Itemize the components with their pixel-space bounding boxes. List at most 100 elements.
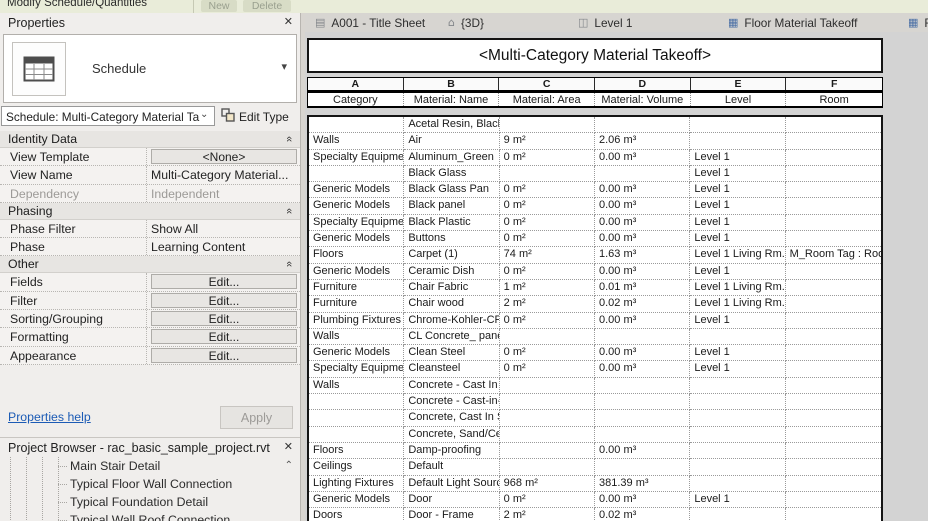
schedule-cell[interactable]: [690, 133, 786, 150]
schedule-cell[interactable]: [785, 443, 881, 460]
schedule-cell[interactable]: [785, 296, 881, 313]
schedule-cell[interactable]: [690, 117, 786, 134]
apply-button[interactable]: Apply: [220, 406, 293, 429]
properties-help-link[interactable]: Properties help: [8, 410, 91, 424]
schedule-cell[interactable]: [785, 378, 881, 395]
schedule-cell[interactable]: 0.02 m³: [595, 296, 691, 313]
ribbon-contextual-tab[interactable]: Modify Schedule/Quantities: [7, 0, 147, 9]
schedule-cell[interactable]: [595, 377, 691, 395]
section-header-identity-data[interactable]: Identity Data «: [0, 131, 300, 148]
schedule-cell[interactable]: Door - Frame: [404, 508, 500, 521]
schedule-cell[interactable]: [785, 117, 881, 134]
schedule-cell[interactable]: [785, 133, 881, 150]
schedule-cell[interactable]: Level 1: [690, 231, 786, 248]
schedule-cell[interactable]: [785, 264, 881, 280]
schedule-cell[interactable]: Level 1: [690, 214, 786, 232]
column-header[interactable]: Level: [691, 93, 787, 106]
schedule-cell[interactable]: 0.00 m³: [595, 312, 691, 329]
schedule-cell[interactable]: [499, 394, 595, 411]
schedule-cell[interactable]: [595, 165, 691, 183]
schedule-cell[interactable]: [595, 117, 691, 134]
schedule-cell[interactable]: Damp-proofing: [404, 442, 500, 460]
column-letter[interactable]: E: [691, 78, 787, 90]
schedule-cell[interactable]: [785, 182, 881, 199]
schedule-cell[interactable]: [309, 117, 405, 134]
column-header[interactable]: Material: Area: [499, 93, 595, 106]
schedule-cell[interactable]: Chair wood: [404, 296, 500, 313]
schedule-cell[interactable]: Floors: [309, 247, 405, 264]
schedule-cell[interactable]: 0.00 m³: [595, 182, 691, 199]
schedule-cell[interactable]: Ceramic Dish: [404, 263, 500, 280]
property-edit-button[interactable]: Edit...: [151, 347, 297, 363]
close-icon[interactable]: ✕: [284, 15, 293, 28]
schedule-cell[interactable]: Chair Fabric: [404, 279, 500, 297]
schedule-cell[interactable]: [499, 459, 595, 476]
chevron-down-icon[interactable]: ⌄: [200, 109, 208, 120]
view-tab-floor[interactable]: ▦ Floor: [898, 13, 928, 32]
schedule-cell[interactable]: 0.01 m³: [595, 279, 691, 297]
property-value[interactable]: Learning Content: [146, 238, 300, 256]
column-letter[interactable]: A: [308, 78, 404, 90]
schedule-cell[interactable]: [499, 426, 595, 443]
property-edit-button[interactable]: <None>: [151, 149, 297, 164]
schedule-cell[interactable]: [499, 410, 595, 427]
schedule-cell[interactable]: 2 m²: [499, 296, 595, 313]
schedule-cell[interactable]: [785, 313, 881, 329]
schedule-cell[interactable]: Air: [404, 133, 500, 150]
schedule-cell[interactable]: Walls: [309, 133, 405, 150]
tree-item[interactable]: Typical Wall Roof Connection: [0, 511, 300, 521]
delete-button[interactable]: Delete: [243, 0, 291, 12]
schedule-cell[interactable]: [785, 280, 881, 297]
view-tab-level-1[interactable]: ◫ Level 1: [568, 13, 718, 32]
view-tab--3d-[interactable]: ⌂ {3D}: [438, 13, 568, 32]
type-selector[interactable]: Schedule ▾: [3, 34, 297, 103]
schedule-cell[interactable]: [785, 394, 881, 411]
schedule-cell[interactable]: [785, 459, 881, 476]
schedule-cell[interactable]: 0 m²: [499, 345, 595, 362]
schedule-cell[interactable]: [785, 198, 881, 215]
schedule-cell[interactable]: Level 1 Living Rm.: [690, 296, 786, 313]
property-value[interactable]: Edit...: [146, 328, 300, 346]
schedule-cell[interactable]: 1 m²: [499, 279, 595, 297]
property-edit-button[interactable]: Edit...: [151, 311, 297, 327]
schedule-cell[interactable]: 0.00 m³: [595, 491, 691, 509]
schedule-cell[interactable]: 968 m²: [499, 475, 595, 492]
schedule-cell[interactable]: Black Glass: [404, 165, 500, 183]
schedule-cell[interactable]: 0 m²: [499, 214, 595, 232]
schedule-cell[interactable]: Level 1: [690, 361, 786, 378]
schedule-cell[interactable]: Level 1: [690, 182, 786, 199]
schedule-cell[interactable]: CL Concrete_ pane: [404, 328, 500, 346]
schedule-cell[interactable]: Walls: [309, 377, 405, 395]
schedule-cell[interactable]: Acetal Resin, Black: [404, 117, 500, 134]
schedule-cell[interactable]: [595, 426, 691, 443]
schedule-cell[interactable]: 0 m²: [499, 149, 595, 166]
schedule-cell[interactable]: Specialty Equipme: [309, 149, 405, 166]
schedule-cell[interactable]: Cleansteel: [404, 361, 500, 378]
schedule-cell[interactable]: Floors: [309, 442, 405, 460]
schedule-cell[interactable]: [785, 410, 881, 427]
schedule-cell[interactable]: [785, 361, 881, 378]
column-letter[interactable]: D: [595, 78, 691, 90]
property-edit-button[interactable]: Edit...: [151, 329, 297, 345]
schedule-cell[interactable]: Level 1: [690, 491, 786, 509]
schedule-cell[interactable]: Level 1: [690, 312, 786, 329]
schedule-cell[interactable]: Walls: [309, 328, 405, 346]
schedule-cell[interactable]: [785, 492, 881, 509]
schedule-cell[interactable]: Generic Models: [309, 231, 405, 248]
section-header-other[interactable]: Other «: [0, 256, 300, 274]
schedule-cell[interactable]: [690, 508, 786, 521]
schedule-cell[interactable]: Level 1: [690, 149, 786, 166]
instance-combo[interactable]: Schedule: Multi-Category Material Ta: [1, 106, 215, 126]
schedule-cell[interactable]: [690, 394, 786, 411]
schedule-cell[interactable]: [690, 328, 786, 346]
schedule-cell[interactable]: [595, 410, 691, 427]
schedule-cell[interactable]: [690, 426, 786, 443]
caret-down-icon[interactable]: ▾: [281, 60, 287, 73]
schedule-cell[interactable]: Lighting Fixtures: [309, 475, 405, 492]
schedule-cell[interactable]: Default: [404, 459, 500, 476]
schedule-cell[interactable]: [690, 459, 786, 476]
tree-item[interactable]: Main Stair Detail: [0, 457, 300, 475]
schedule-cell[interactable]: [785, 345, 881, 362]
schedule-cell[interactable]: Default Light Sourc: [404, 475, 500, 492]
schedule-cell[interactable]: Concrete - Cast In: [404, 377, 500, 395]
